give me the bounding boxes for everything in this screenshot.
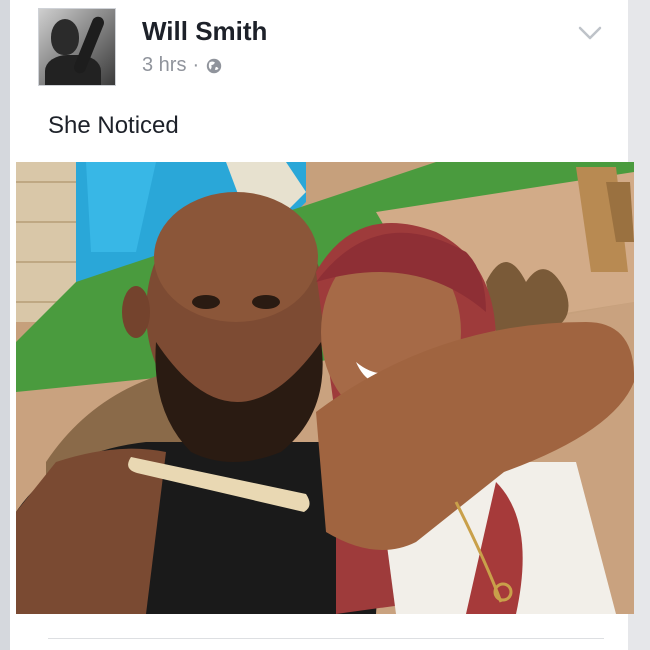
feed-left-edge: [0, 0, 10, 650]
chevron-down-icon[interactable]: [578, 26, 602, 40]
meta-separator: ·: [192, 54, 200, 76]
post-meta: 3 hrs ·: [142, 54, 223, 77]
avatar-figure-body: [45, 55, 101, 85]
avatar[interactable]: [38, 8, 116, 86]
avatar-figure-head: [51, 19, 79, 55]
post-text: She Noticed: [48, 112, 179, 139]
selfie-photo-illustration: [16, 162, 634, 614]
author-name[interactable]: Will Smith: [142, 16, 267, 47]
post-timestamp[interactable]: 3 hrs: [142, 54, 186, 77]
post-actions-divider: [48, 638, 604, 639]
globe-icon[interactable]: [205, 57, 223, 75]
post-photo[interactable]: [16, 162, 634, 614]
